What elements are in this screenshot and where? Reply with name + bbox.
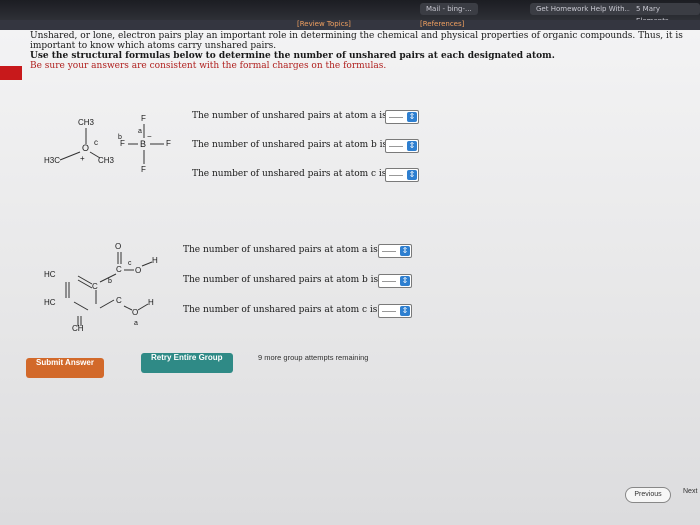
carboxyl-c-label: C (116, 265, 122, 274)
fluorine-right: F (166, 139, 171, 148)
ring-c-lower-label: C (116, 296, 122, 305)
blank-line (382, 281, 396, 282)
previous-label: Previous (634, 491, 662, 498)
dropdown-arrows-icon[interactable]: ⇕ (407, 170, 417, 180)
m2-answer-b-select[interactable]: ⇕ (378, 274, 412, 288)
previous-button[interactable]: Previous (625, 487, 671, 503)
attempts-remaining-text: 9 more group attempts remaining (258, 353, 369, 362)
question-panel: Unshared, or lone, electron pairs play a… (0, 30, 700, 525)
browser-tab-bar: Mail - bing-... Get Homework Help With..… (0, 0, 700, 25)
blank-line (389, 175, 403, 176)
browser-tab-homework[interactable]: Get Homework Help With... (530, 3, 638, 15)
submit-answer-button[interactable]: Submit Answer (26, 358, 104, 378)
blank-line (382, 311, 396, 312)
dropdown-arrows-icon[interactable]: ⇕ (400, 276, 410, 286)
next-link[interactable]: Next (683, 488, 697, 495)
atom-a-marker-2: a (134, 320, 138, 327)
atom-c-marker: c (94, 138, 98, 147)
carbonyl-o-label: O (115, 242, 122, 251)
dropdown-arrows-icon[interactable]: ⇕ (400, 246, 410, 256)
ring-c-label: C (92, 282, 98, 291)
m2-question-b: The number of unshared pairs at atom b i… (183, 275, 379, 285)
phenol-o-label: O (132, 308, 139, 317)
assignment-toolbar: [Review Topics] [References] (0, 20, 700, 30)
h-lower-label: H (148, 298, 154, 307)
dropdown-arrows-icon[interactable]: ⇕ (400, 306, 410, 316)
boron-label: B (140, 139, 147, 149)
instructions-line3: Be sure your answers are consistent with… (30, 61, 387, 71)
atom-a-marker: a (138, 128, 142, 135)
h3c-label: H3C (44, 156, 61, 165)
molecule-2-bonds (65, 252, 153, 326)
m1-question-c: The number of unshared pairs at atom c i… (192, 169, 387, 179)
molecule-2-structure: O C c O H HC C b HC C O H a CH (38, 240, 178, 335)
instructions: Unshared, or lone, electron pairs play a… (30, 31, 690, 71)
fluorine-top: F (141, 114, 146, 123)
instructions-line2: Use the structural formulas below to det… (30, 51, 555, 61)
m2-question-a: The number of unshared pairs at atom a i… (183, 245, 378, 255)
ch3-top-label: CH3 (78, 118, 95, 127)
review-topics-link[interactable]: [Review Topics] (297, 20, 351, 30)
red-marker (0, 66, 22, 80)
dropdown-arrows-icon[interactable]: ⇕ (407, 141, 417, 151)
atom-b-marker-2: b (108, 278, 112, 285)
ch-bottom-label: CH (72, 324, 84, 333)
hydroxyl-o-label: O (135, 266, 142, 275)
blank-line (389, 117, 403, 118)
hc-lower-label: HC (44, 298, 56, 307)
ch3-bottom-label: CH3 (98, 156, 115, 165)
m1-answer-b-select[interactable]: ⇕ (385, 139, 419, 153)
browser-tab-mail[interactable]: Mail - bing-... (420, 3, 478, 15)
fluorine-bottom: F (141, 165, 146, 174)
m2-question-c: The number of unshared pairs at atom c i… (183, 305, 378, 315)
oxygen-label: O (82, 143, 90, 153)
browser-tab-elements[interactable]: 5 Mary Elements (630, 3, 700, 25)
atom-c-marker-2: c (128, 260, 132, 267)
hc-top-label: HC (44, 270, 56, 279)
instructions-line1: Unshared, or lone, electron pairs play a… (30, 31, 683, 51)
m1-question-b: The number of unshared pairs at atom b i… (192, 140, 388, 150)
references-link[interactable]: [References] (420, 20, 464, 30)
retry-group-button[interactable]: Retry Entire Group (141, 353, 233, 373)
minus-charge: − (147, 132, 152, 141)
blank-line (382, 251, 396, 252)
m2-answer-a-select[interactable]: ⇕ (378, 244, 412, 258)
m1-question-a: The number of unshared pairs at atom a i… (192, 111, 387, 121)
fluorine-left: F (120, 139, 125, 148)
blank-line (389, 146, 403, 147)
h-top-label: H (152, 256, 158, 265)
m2-answer-c-select[interactable]: ⇕ (378, 304, 412, 318)
m1-answer-c-select[interactable]: ⇕ (385, 168, 419, 182)
dropdown-arrows-icon[interactable]: ⇕ (407, 112, 417, 122)
plus-charge: + (80, 154, 85, 163)
molecule-1-structure: CH3 O c + H3C CH3 b a − B F F F F (40, 112, 190, 182)
m1-answer-a-select[interactable]: ⇕ (385, 110, 419, 124)
